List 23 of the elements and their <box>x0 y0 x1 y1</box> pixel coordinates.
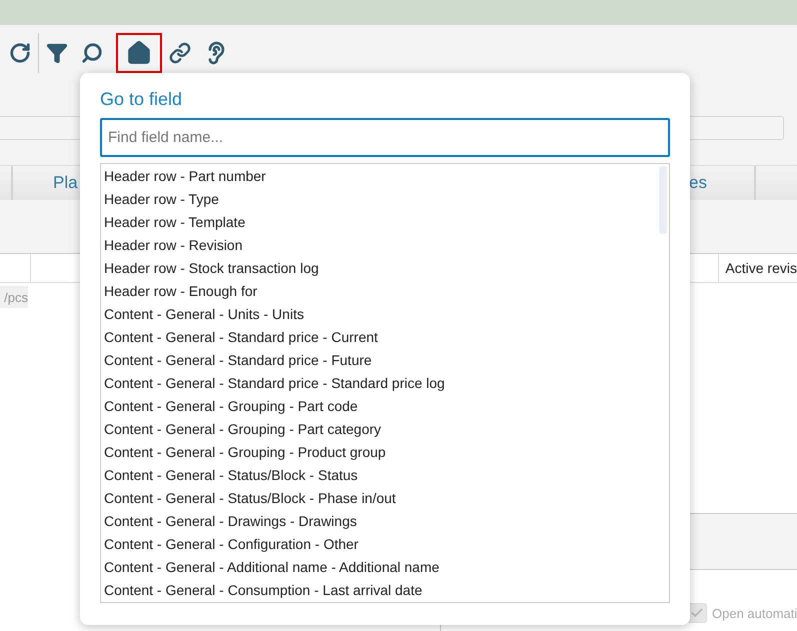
list-item[interactable]: Header row - Revision <box>101 234 669 257</box>
list-item[interactable]: Content - General - Standard price - Future <box>101 349 669 372</box>
list-item[interactable]: Header row - Stock transaction log <box>101 257 669 280</box>
search-field[interactable]: Find field name... <box>100 118 670 157</box>
list-item[interactable]: Content - General - Grouping - Part category <box>101 418 669 441</box>
list-item[interactable]: Content - General - Configuration - Other <box>101 533 669 556</box>
table-cell: /pcs <box>0 286 28 308</box>
list-item[interactable]: Content - General - Consumption - Last arrival date <box>101 579 669 602</box>
list-item[interactable]: Content - General - Grouping - Product group <box>101 441 669 464</box>
list-item[interactable]: Header row - Template <box>101 211 669 234</box>
list-item[interactable]: Content - General - Standard price - Standard price log <box>101 372 669 395</box>
list-item[interactable]: Content - General - Units - Units <box>101 303 669 326</box>
list-item[interactable]: Header row - Enough for <box>101 280 669 303</box>
list-item[interactable]: Content - General - Drawings - Drawings <box>101 510 669 533</box>
list-item[interactable]: Header row - Part number <box>101 165 669 188</box>
list-item[interactable]: Header row - Type <box>101 188 669 211</box>
list-item[interactable]: Content - General - Standard price - Current <box>101 326 669 349</box>
list-item[interactable]: Content - General - Grouping - Part code <box>101 395 669 418</box>
list-item[interactable]: Content - General - Status/Block - Phase in/out <box>101 487 669 510</box>
column-header: Active revis <box>718 254 797 282</box>
list-item[interactable]: Content - General - Additional name - Additional name <box>101 556 669 579</box>
dialog-title: Go to field <box>100 89 184 110</box>
list-item[interactable]: Content - General - Status/Block - Status <box>101 464 669 487</box>
